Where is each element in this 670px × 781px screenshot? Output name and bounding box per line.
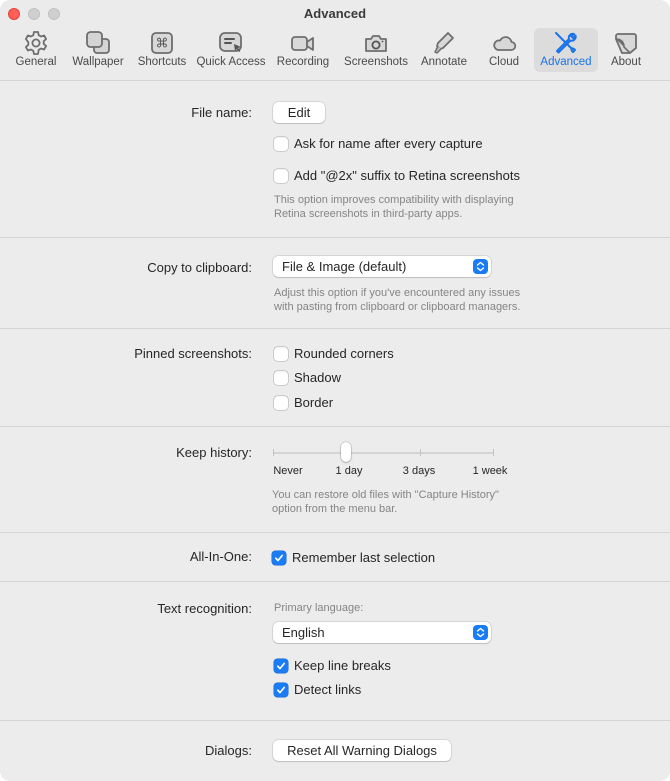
video-camera-icon bbox=[290, 30, 316, 56]
svg-text:⌘: ⌘ bbox=[156, 37, 169, 52]
tick-label-3-days: 3 days bbox=[402, 465, 436, 477]
quick-access-icon bbox=[218, 30, 244, 56]
detect-links-label: Detect links bbox=[294, 682, 362, 697]
border-checkbox-row[interactable]: Border bbox=[274, 395, 333, 410]
tab-about[interactable]: About bbox=[598, 28, 654, 72]
retina-help-text: This option improves compatibility with … bbox=[274, 194, 514, 220]
command-key-icon: ⌘ bbox=[149, 30, 175, 56]
remember-selection-checkbox-row[interactable]: Remember last selection bbox=[272, 550, 435, 565]
primary-language-value: English bbox=[282, 625, 325, 640]
chevron-up-down-icon bbox=[473, 259, 488, 274]
gear-icon bbox=[23, 30, 49, 56]
slider-tick bbox=[273, 449, 274, 456]
window-title: Advanced bbox=[303, 6, 367, 21]
border-label: Border bbox=[294, 395, 334, 410]
advanced-settings: File name: Edit Ask for name after every… bbox=[0, 81, 670, 781]
keep-history-label: Keep history: bbox=[176, 445, 252, 460]
retina-suffix-checkbox[interactable] bbox=[274, 168, 288, 183]
tick-label-1-day: 1 day bbox=[335, 465, 363, 477]
cloud-icon bbox=[491, 30, 517, 56]
tab-cloud[interactable]: Cloud bbox=[474, 28, 534, 72]
file-name-label: File name: bbox=[191, 105, 252, 120]
preferences-window: Advanced General Wallpaper ⌘ Shortcuts Q… bbox=[0, 0, 670, 781]
pinned-screenshots-label: Pinned screenshots: bbox=[134, 346, 252, 361]
shadow-checkbox[interactable] bbox=[274, 370, 288, 385]
highlighter-icon bbox=[431, 30, 457, 56]
section-keep-history: Keep history: Never 1 day 3 days 1 week … bbox=[0, 427, 670, 533]
dialogs-label: Dialogs: bbox=[205, 743, 252, 758]
keep-line-breaks-label: Keep line breaks bbox=[294, 658, 391, 673]
primary-language-label: Primary language: bbox=[274, 602, 364, 614]
history-help-text: You can restore old files with "Capture … bbox=[272, 489, 499, 515]
shadow-label: Shadow bbox=[294, 370, 341, 385]
preferences-toolbar: General Wallpaper ⌘ Shortcuts Quick Acce… bbox=[6, 28, 666, 72]
slider-tick bbox=[420, 449, 421, 456]
section-text-recognition: Text recognition: Primary language: Engl… bbox=[0, 582, 670, 721]
section-file-name: File name: Edit Ask for name after every… bbox=[0, 81, 670, 238]
wrench-screwdriver-icon bbox=[553, 30, 579, 56]
tick-label-1-week: 1 week bbox=[472, 465, 508, 477]
rounded-corners-checkbox[interactable] bbox=[274, 346, 288, 361]
border-checkbox[interactable] bbox=[274, 395, 288, 410]
checkmark-icon bbox=[276, 686, 286, 693]
clipboard-mode-value: File & Image (default) bbox=[282, 259, 407, 274]
checkmark-icon bbox=[274, 554, 284, 561]
tab-advanced[interactable]: Advanced bbox=[534, 28, 598, 72]
primary-language-select[interactable]: English bbox=[273, 622, 491, 643]
keep-line-breaks-checkbox[interactable] bbox=[274, 658, 288, 673]
shadow-checkbox-row[interactable]: Shadow bbox=[274, 370, 341, 385]
chevron-up-down-icon bbox=[473, 625, 488, 640]
all-in-one-label: All-In-One: bbox=[189, 549, 252, 564]
wallpaper-icon bbox=[85, 30, 111, 56]
section-all-in-one: All-In-One: Remember last selection bbox=[0, 533, 670, 582]
clipboard-mode-select[interactable]: File & Image (default) bbox=[273, 256, 491, 277]
rounded-corners-label: Rounded corners bbox=[294, 346, 394, 361]
detect-links-checkbox[interactable] bbox=[274, 682, 288, 697]
ask-name-checkbox-row[interactable]: Ask for name after every capture bbox=[274, 136, 483, 151]
retina-suffix-label: Add "@2x" suffix to Retina screenshots bbox=[294, 168, 520, 183]
tab-general[interactable]: General bbox=[6, 28, 66, 72]
ask-name-label: Ask for name after every capture bbox=[294, 136, 483, 151]
remember-selection-checkbox[interactable] bbox=[272, 550, 286, 565]
tab-annotate[interactable]: Annotate bbox=[414, 28, 474, 72]
titlebar: Advanced General Wallpaper ⌘ Shortcuts Q… bbox=[0, 0, 670, 81]
rounded-corners-checkbox-row[interactable]: Rounded corners bbox=[274, 346, 394, 361]
tab-shortcuts[interactable]: ⌘ Shortcuts bbox=[130, 28, 194, 72]
detect-links-checkbox-row[interactable]: Detect links bbox=[274, 682, 361, 697]
section-pinned-screenshots: Pinned screenshots: Rounded corners Shad… bbox=[0, 329, 670, 427]
slider-thumb[interactable] bbox=[341, 442, 352, 462]
tab-quick-access[interactable]: Quick Access bbox=[194, 28, 268, 72]
clipboard-help-text: Adjust this option if you've encountered… bbox=[274, 287, 521, 313]
retina-suffix-checkbox-row[interactable]: Add "@2x" suffix to Retina screenshots bbox=[274, 168, 520, 183]
tick-label-never: Never bbox=[273, 465, 303, 477]
checkmark-icon bbox=[276, 662, 286, 669]
ask-name-checkbox[interactable] bbox=[274, 136, 288, 151]
tab-screenshots[interactable]: Screenshots bbox=[338, 28, 414, 72]
tab-wallpaper[interactable]: Wallpaper bbox=[66, 28, 130, 72]
tab-recording[interactable]: Recording bbox=[268, 28, 338, 72]
section-clipboard: Copy to clipboard: File & Image (default… bbox=[0, 238, 670, 329]
keep-history-slider[interactable] bbox=[273, 442, 494, 462]
slider-tick bbox=[493, 449, 494, 456]
section-dialogs: Dialogs: Reset All Warning Dialogs bbox=[0, 721, 670, 781]
copy-to-clipboard-label: Copy to clipboard: bbox=[147, 260, 252, 275]
about-icon bbox=[613, 30, 639, 56]
edit-file-name-button[interactable]: Edit bbox=[273, 102, 325, 123]
reset-warning-dialogs-button[interactable]: Reset All Warning Dialogs bbox=[273, 740, 451, 761]
keep-line-breaks-checkbox-row[interactable]: Keep line breaks bbox=[274, 658, 391, 673]
remember-selection-label: Remember last selection bbox=[292, 550, 436, 565]
camera-icon bbox=[363, 30, 389, 56]
text-recognition-label: Text recognition: bbox=[157, 601, 252, 616]
